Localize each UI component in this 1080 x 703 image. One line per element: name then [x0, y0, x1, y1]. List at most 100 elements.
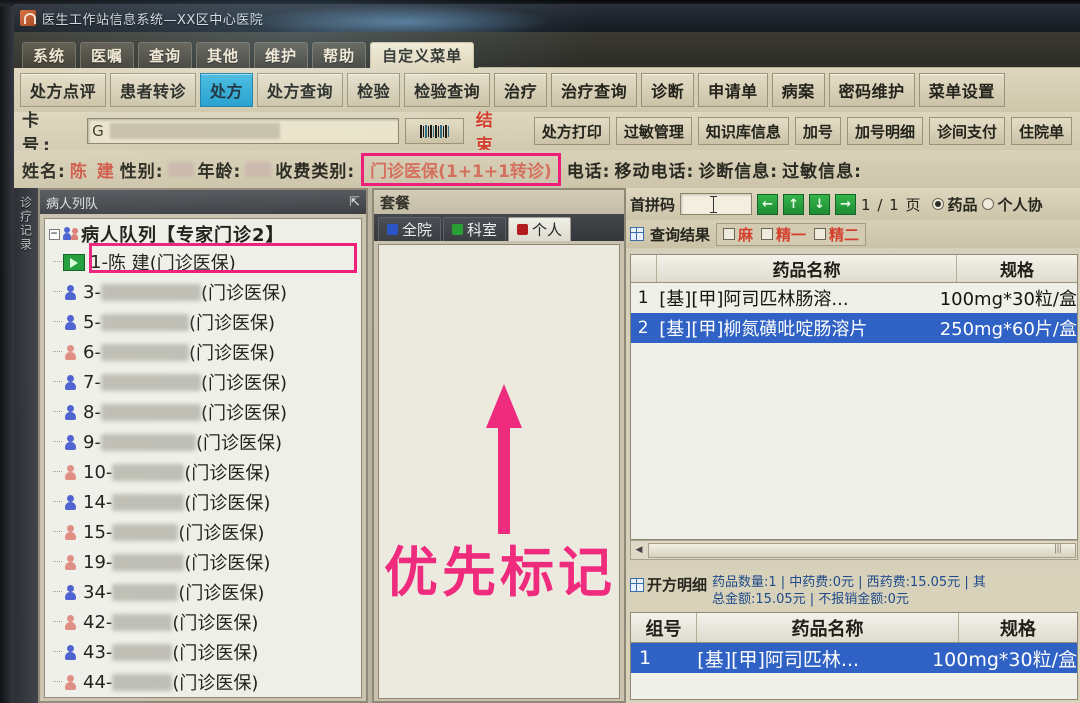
patient-insurance-tag: (门诊医保): [184, 463, 271, 484]
prescription-col-group: 组号: [631, 613, 697, 642]
queue-tree-root[interactable]: − 病人队列【专家门诊2】: [45, 219, 361, 247]
toolbar-button-diagnosis[interactable]: 诊断: [641, 73, 695, 107]
add-number-detail-button[interactable]: 加号明细: [846, 117, 923, 145]
patient-queue-tree[interactable]: − 病人队列【专家门诊2】 1- 陈 建 (门诊医保) 3- (门诊医保) 5- (门诊医保…: [44, 218, 362, 698]
patient-queue-item[interactable]: 15- (门诊医保): [45, 517, 361, 547]
table-row[interactable]: 1 [基][甲]阿司匹林肠溶... 100mg*30粒/盒: [631, 283, 1077, 313]
toolbar-button-lab-test[interactable]: 检验: [347, 73, 401, 107]
toolbar-button-prescription[interactable]: 处方: [200, 73, 254, 107]
clinic-payment-button[interactable]: 诊间支付: [928, 117, 1005, 145]
monitor-photo: 医生工作站信息系统—XX区中心医院 系统 医嘱 查询 其他 维护 帮助 自定义菜…: [0, 0, 1080, 703]
patient-queue-item-label: 8- (门诊医保): [83, 399, 287, 425]
package-list-area[interactable]: [378, 244, 620, 699]
prescription-detail-title-group: 开方明细: [630, 574, 707, 595]
drug-table-horizontal-scrollbar[interactable]: ◀: [630, 540, 1078, 560]
radio-drug[interactable]: 药品: [932, 194, 977, 215]
patient-queue-number: 8-: [83, 401, 101, 423]
nav-first-icon[interactable]: ←: [757, 193, 779, 215]
patient-queue-item[interactable]: 42- (门诊医保): [45, 607, 361, 637]
tree-connector: [53, 381, 62, 382]
print-prescription-button[interactable]: 处方打印: [533, 117, 610, 145]
tab-personal[interactable]: 个人: [508, 217, 572, 241]
patient-queue-item[interactable]: 14- (门诊医保): [45, 487, 361, 517]
nav-prev-icon[interactable]: ↑: [783, 193, 805, 215]
patient-queue-item-label: 42- (门诊医保): [83, 609, 258, 635]
redacted-patient-name: [100, 283, 201, 301]
drug-query-bar: 首拼码 ← ↑ ↓ → 1 / 1 页 药品 个人协: [626, 188, 1080, 220]
toolbar-button-prescription-review[interactable]: 处方点评: [20, 73, 107, 107]
checkbox-psychotropic-1-label: 精一: [776, 225, 807, 244]
patient-insurance-tag: (门诊医保): [184, 553, 271, 574]
table-row[interactable]: 1 [基][甲]阿司匹林... 100mg*30粒/盒: [631, 643, 1077, 673]
patient-queue-number: 7-: [83, 371, 101, 393]
toolbar-button-treatment-query[interactable]: 治疗查询: [551, 73, 638, 107]
redacted-age-value: [245, 161, 272, 177]
patient-queue-item[interactable]: 45-(门诊医保): [45, 697, 361, 698]
table-row[interactable]: 2 [基][甲]柳氮磺吡啶肠溶片 250mg*60片/盒: [631, 313, 1077, 343]
checkbox-narcotic[interactable]: 麻: [723, 224, 753, 245]
menu-item-query[interactable]: 查询: [138, 42, 193, 68]
toolbar-button-password-maintain[interactable]: 密码维护: [828, 73, 915, 107]
grid-icon: [630, 577, 644, 592]
allergy-management-button[interactable]: 过敏管理: [615, 117, 692, 145]
sidebar-tab-medical-records[interactable]: 诊疗记录: [14, 188, 38, 703]
nav-last-icon[interactable]: →: [835, 193, 857, 215]
pin-icon[interactable]: ⇱: [349, 195, 360, 210]
patient-queue-item[interactable]: 6- (门诊医保): [45, 337, 361, 367]
patient-queue-item[interactable]: 44- (门诊医保): [45, 667, 361, 697]
patient-insurance-tag: (门诊医保): [149, 253, 236, 274]
toolbar-button-menu-settings[interactable]: 菜单设置: [918, 73, 1005, 107]
user-pink-icon: [63, 344, 78, 360]
patient-queue-header: 病人列队 ⇱: [40, 190, 366, 214]
checkbox-psychotropic-1[interactable]: 精一: [761, 224, 806, 245]
barcode-icon[interactable]: [405, 118, 464, 144]
tab-department[interactable]: 科室: [443, 217, 507, 241]
screen-glare: [254, 4, 554, 34]
inpatient-form-button[interactable]: 住院单: [1010, 117, 1072, 145]
menu-item-other[interactable]: 其他: [196, 42, 251, 68]
tab-hospital-wide[interactable]: 全院: [378, 217, 442, 241]
patient-queue-item[interactable]: 1- 陈 建 (门诊医保): [45, 247, 361, 277]
card-number-input[interactable]: G: [87, 118, 400, 144]
text-cursor-icon: [710, 196, 718, 213]
pinyin-code-input[interactable]: [680, 193, 753, 215]
toolbar-button-lab-test-query[interactable]: 检验查询: [404, 73, 491, 107]
toolbar-button-medical-record[interactable]: 病案: [771, 73, 825, 107]
patient-queue-item[interactable]: 19- (门诊医保): [45, 547, 361, 577]
patient-queue-item[interactable]: 3- (门诊医保): [45, 277, 361, 307]
radio-personal-agreement[interactable]: 个人协: [982, 194, 1043, 215]
patient-queue-item[interactable]: 10- (门诊医保): [45, 457, 361, 487]
drug-result-table[interactable]: 药品名称 规格 1 [基][甲]阿司匹林肠溶... 100mg*30粒/盒 2 [基][…: [630, 254, 1078, 540]
scroll-left-icon[interactable]: ◀: [631, 542, 647, 558]
prescription-detail-header: 开方明细 药品数量:1 | 中药费:0元 | 西药费:15.05元 | 其 总金…: [626, 570, 1080, 610]
toolbar-button-treatment[interactable]: 治疗: [494, 73, 548, 107]
patient-queue-item[interactable]: 8- (门诊医保): [45, 397, 361, 427]
menu-item-maintenance[interactable]: 维护: [254, 42, 309, 68]
menu-item-system[interactable]: 系统: [22, 42, 77, 68]
patient-queue-rows: 1- 陈 建 (门诊医保) 3- (门诊医保) 5- (门诊医保) 6- (门诊医保) 7- (门诊…: [45, 247, 361, 698]
patient-insurance-tag: (门诊医保): [200, 283, 287, 304]
patient-queue-item[interactable]: 5- (门诊医保): [45, 307, 361, 337]
menu-item-help[interactable]: 帮助: [312, 42, 367, 68]
menu-tab-custom-menu[interactable]: 自定义菜单: [370, 42, 475, 68]
patient-queue-item[interactable]: 43- (门诊医保): [45, 637, 361, 667]
add-number-button[interactable]: 加号: [794, 117, 841, 145]
prescription-table[interactable]: 组号 药品名称 规格 1 [基][甲]阿司匹林... 100mg*30粒/盒: [630, 612, 1078, 700]
patient-queue-item[interactable]: 9- (门诊医保): [45, 427, 361, 457]
end-button[interactable]: 结 束: [470, 106, 528, 156]
scrollbar-thumb[interactable]: [648, 542, 1076, 558]
patient-queue-number: 9-: [83, 431, 101, 453]
patient-queue-item[interactable]: 34- (门诊医保): [45, 577, 361, 607]
nav-next-icon[interactable]: ↓: [809, 193, 831, 215]
toolbar-button-patient-referral[interactable]: 患者转诊: [110, 73, 197, 107]
collapse-icon[interactable]: −: [49, 228, 60, 240]
checkbox-psychotropic-2[interactable]: 精二: [814, 224, 859, 245]
knowledge-base-button[interactable]: 知识库信息: [697, 117, 789, 145]
toolbar-button-application-form[interactable]: 申请单: [698, 73, 768, 107]
fee-category-highlight-box: 门诊医保(1+1+1转诊): [361, 152, 561, 186]
tree-connector: [53, 351, 62, 352]
toolbar-button-prescription-query[interactable]: 处方查询: [257, 73, 344, 107]
patient-queue-item[interactable]: 7- (门诊医保): [45, 367, 361, 397]
patient-queue-number: 44-: [83, 671, 113, 693]
menu-item-orders[interactable]: 医嘱: [80, 42, 135, 68]
